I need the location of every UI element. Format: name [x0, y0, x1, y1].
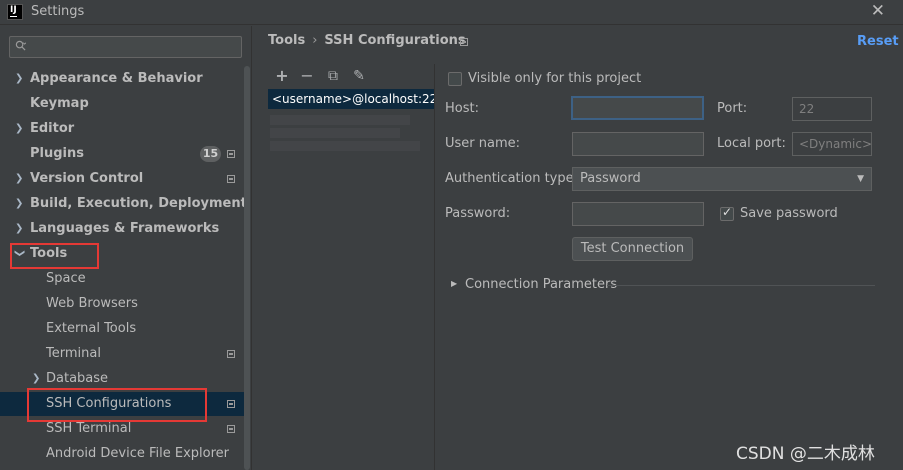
project-scope-icon	[227, 350, 235, 358]
highlight-box-ssh-configurations	[27, 388, 207, 422]
search-icon	[15, 40, 26, 51]
local-port-input[interactable]: <Dynamic>	[792, 132, 872, 156]
sidebar-item-android-device-file-explorer[interactable]: Android Device File Explorer	[0, 442, 250, 466]
copy-icon[interactable]: ⧉	[323, 66, 343, 86]
connection-parameters-toggle[interactable]: Connection Parameters	[465, 277, 617, 292]
title-bar: IJ Settings ✕	[0, 0, 903, 25]
update-count-badge: 15	[200, 146, 221, 162]
project-scope-icon	[227, 425, 235, 433]
sidebar-item-languages-frameworks[interactable]: ❯ Languages & Frameworks	[0, 217, 250, 241]
section-separator	[607, 285, 875, 286]
project-scope-icon	[227, 150, 235, 158]
port-label: Port:	[717, 101, 748, 116]
sidebar-scrollbar[interactable]	[244, 66, 250, 470]
project-scope-icon	[227, 175, 235, 183]
breadcrumb-parent: Tools	[268, 33, 306, 48]
project-scope-icon	[227, 400, 235, 408]
test-connection-button[interactable]: Test Connection	[572, 237, 693, 261]
panel-divider	[251, 26, 252, 470]
blurred-entry	[270, 141, 420, 151]
save-password-label: Save password	[740, 206, 838, 221]
reset-link[interactable]: Reset	[857, 34, 899, 49]
sidebar-item-external-tools[interactable]: External Tools	[0, 317, 250, 341]
app-logo-icon: IJ	[7, 4, 23, 20]
chevron-right-icon: ❯	[15, 198, 24, 209]
watermark: CSDN @二木成林	[736, 444, 875, 464]
sidebar-item-appearance-behavior[interactable]: ❯ Appearance & Behavior	[0, 67, 250, 91]
auth-type-value: Password	[580, 171, 641, 186]
port-input[interactable]: 22	[792, 97, 872, 121]
sidebar-item-version-control[interactable]: ❯ Version Control	[0, 167, 250, 191]
visible-only-checkbox[interactable]	[448, 72, 462, 86]
host-label: Host:	[445, 101, 479, 116]
window-title: Settings	[31, 4, 85, 19]
edit-icon[interactable]: ✎	[349, 66, 369, 86]
add-icon[interactable]: +	[272, 66, 292, 86]
save-password-checkbox[interactable]	[720, 205, 734, 221]
dropdown-arrow-icon: ▼	[857, 174, 864, 184]
auth-type-select[interactable]: Password ▼	[572, 167, 872, 191]
close-icon[interactable]: ✕	[871, 1, 885, 21]
host-input[interactable]	[571, 96, 704, 120]
username-label: User name:	[445, 136, 521, 151]
breadcrumb: Tools › SSH Configurations	[268, 33, 466, 48]
highlight-box-tools	[10, 243, 99, 269]
list-divider	[434, 64, 435, 470]
sidebar-item-keymap[interactable]: Keymap	[0, 92, 250, 116]
chevron-right-icon: ❯	[15, 223, 24, 234]
remove-icon[interactable]: −	[297, 66, 317, 86]
auth-type-label: Authentication type:	[445, 171, 578, 186]
blurred-entry	[270, 115, 410, 125]
expand-arrow-icon[interactable]: ▶	[451, 279, 457, 288]
sidebar-item-build-execution-deployment[interactable]: ❯ Build, Execution, Deployment	[0, 192, 250, 216]
sidebar-item-space[interactable]: Space	[0, 267, 250, 291]
password-label: Password:	[445, 206, 511, 221]
breadcrumb-separator: ›	[312, 33, 318, 48]
sidebar-item-plugins[interactable]: Plugins 15	[0, 142, 250, 166]
project-scope-icon	[460, 38, 468, 46]
password-input[interactable]	[572, 202, 704, 226]
visible-only-label: Visible only for this project	[468, 71, 642, 86]
chevron-right-icon: ❯	[15, 173, 24, 184]
sidebar-item-terminal[interactable]: Terminal	[0, 342, 250, 366]
ssh-config-entry[interactable]: <username>@localhost:22 p	[268, 89, 434, 109]
sidebar-item-web-browsers[interactable]: Web Browsers	[0, 292, 250, 316]
sidebar-item-editor[interactable]: ❯ Editor	[0, 117, 250, 141]
chevron-right-icon: ❯	[15, 73, 24, 84]
blurred-entry	[270, 128, 400, 138]
username-input[interactable]	[572, 132, 704, 156]
local-port-label: Local port:	[717, 136, 786, 151]
chevron-right-icon: ❯	[15, 123, 24, 134]
search-input[interactable]	[9, 36, 242, 58]
breadcrumb-current: SSH Configurations	[324, 33, 466, 48]
